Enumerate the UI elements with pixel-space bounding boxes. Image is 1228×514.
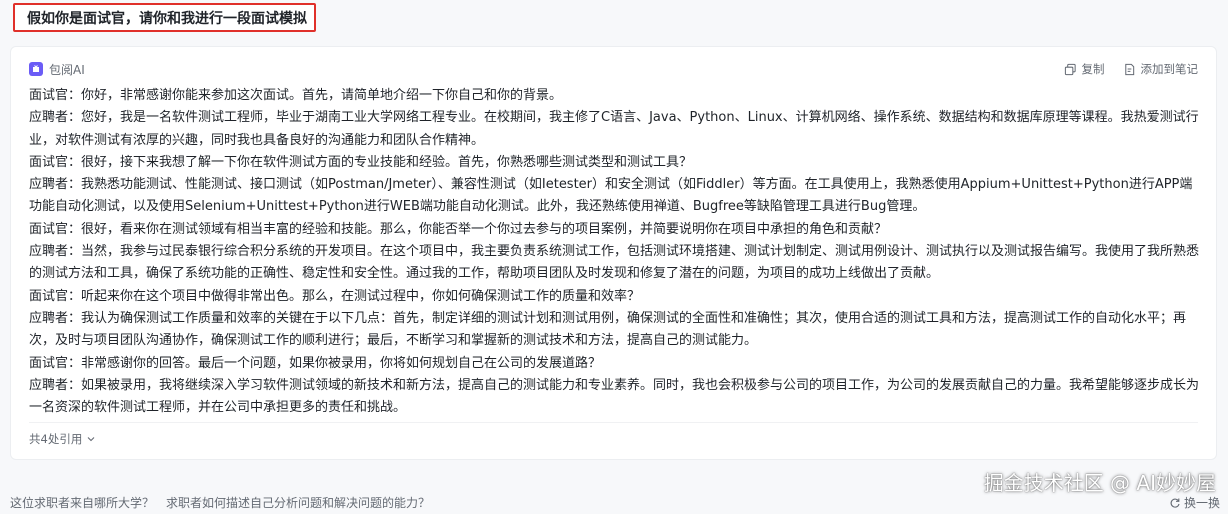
prompt-highlight: 假如你是面试官，请你和我进行一段面试模拟	[13, 3, 316, 32]
dialogue-line: 应聘者：我熟悉功能测试、性能测试、接口测试（如Postman/Jmeter）、兼…	[29, 177, 1193, 215]
copy-icon	[1064, 63, 1076, 75]
dialogue-line: 应聘者：您好，我是一名软件测试工程师，毕业于湖南工业大学网络工程专业。在校期间，…	[29, 110, 1199, 148]
note-icon	[1124, 63, 1134, 75]
copy-label: 复制	[1081, 62, 1105, 76]
add-note-label: 添加到笔记	[1140, 62, 1199, 76]
dialogue-line: 面试官：听起来你在这个项目中做得非常出色。那么，在测试过程中，你如何确保测试工作…	[29, 288, 641, 304]
answer-header: 包阅AI 复制 添加到笔记	[29, 59, 1198, 79]
dialogue-line: 面试官：你好，非常感谢你能来参加这次面试。首先，请简单地介绍一下你自己和你的背景…	[29, 88, 563, 103]
dialogue-line: 应聘者：如果被录用，我将继续深入学习软件测试领域的新技术和新方法，提高自己的测试…	[29, 377, 1200, 416]
prompt-text: 假如你是面试官，请你和我进行一段面试模拟	[27, 10, 307, 27]
suggested-questions: 这位求职者来自哪所大学？ 求职者如何描述自己分析问题和解决问题的能力？	[10, 494, 430, 511]
dialogue-line: 面试官：非常感谢你的回答。最后一个问题，如果你被录用，你将如何规划自己在公司的发…	[29, 355, 602, 371]
brand-logo-icon	[29, 62, 43, 76]
answer-actions: 复制 添加到笔记	[1064, 61, 1199, 77]
copy-button[interactable]: 复制	[1064, 61, 1105, 77]
watermark: 掘金技术社区 @ AI妙妙屋	[983, 471, 1216, 495]
dialogue-line: 面试官：很好，接下来我想了解一下你在软件测试方面的专业技能和经验。首先，你熟悉哪…	[29, 154, 693, 170]
refresh-icon	[1170, 498, 1180, 508]
divider	[29, 422, 1198, 423]
suggested-question[interactable]: 求职者如何描述自己分析问题和解决问题的能力？	[166, 494, 430, 511]
answer-content: 面试官：你好，非常感谢你能来参加这次面试。首先，请简单地介绍一下你自己和你的背景…	[29, 85, 1202, 419]
references-label: 共4处引用	[29, 432, 83, 446]
brand-name: 包阅AI	[49, 62, 85, 77]
add-to-notes-button[interactable]: 添加到笔记	[1123, 61, 1199, 77]
suggested-question[interactable]: 这位求职者来自哪所大学？	[10, 494, 154, 511]
references-toggle[interactable]: 共4处引用	[29, 431, 96, 447]
dialogue-line: 面试官：很好，看来你在测试领域有相当丰富的经验和技能。那么，你能否举一个你过去参…	[29, 221, 888, 237]
chevron-down-icon	[87, 437, 95, 442]
answer-card: 包阅AI 复制 添加到笔记 面试官：你好，非常感谢你能来参加这次面试。首先，请简…	[10, 46, 1217, 460]
refresh-label: 换一换	[1183, 496, 1220, 510]
refresh-button[interactable]: 换一换	[1169, 494, 1220, 511]
dialogue-line: 应聘者：当然，我参与过民泰银行综合积分系统的开发项目。在这个项目中，我主要负责系…	[29, 244, 1200, 282]
dialogue-line: 应聘者：我认为确保测试工作质量和效率的关键在于以下几点：首先，制定详细的测试计划…	[29, 310, 1187, 349]
